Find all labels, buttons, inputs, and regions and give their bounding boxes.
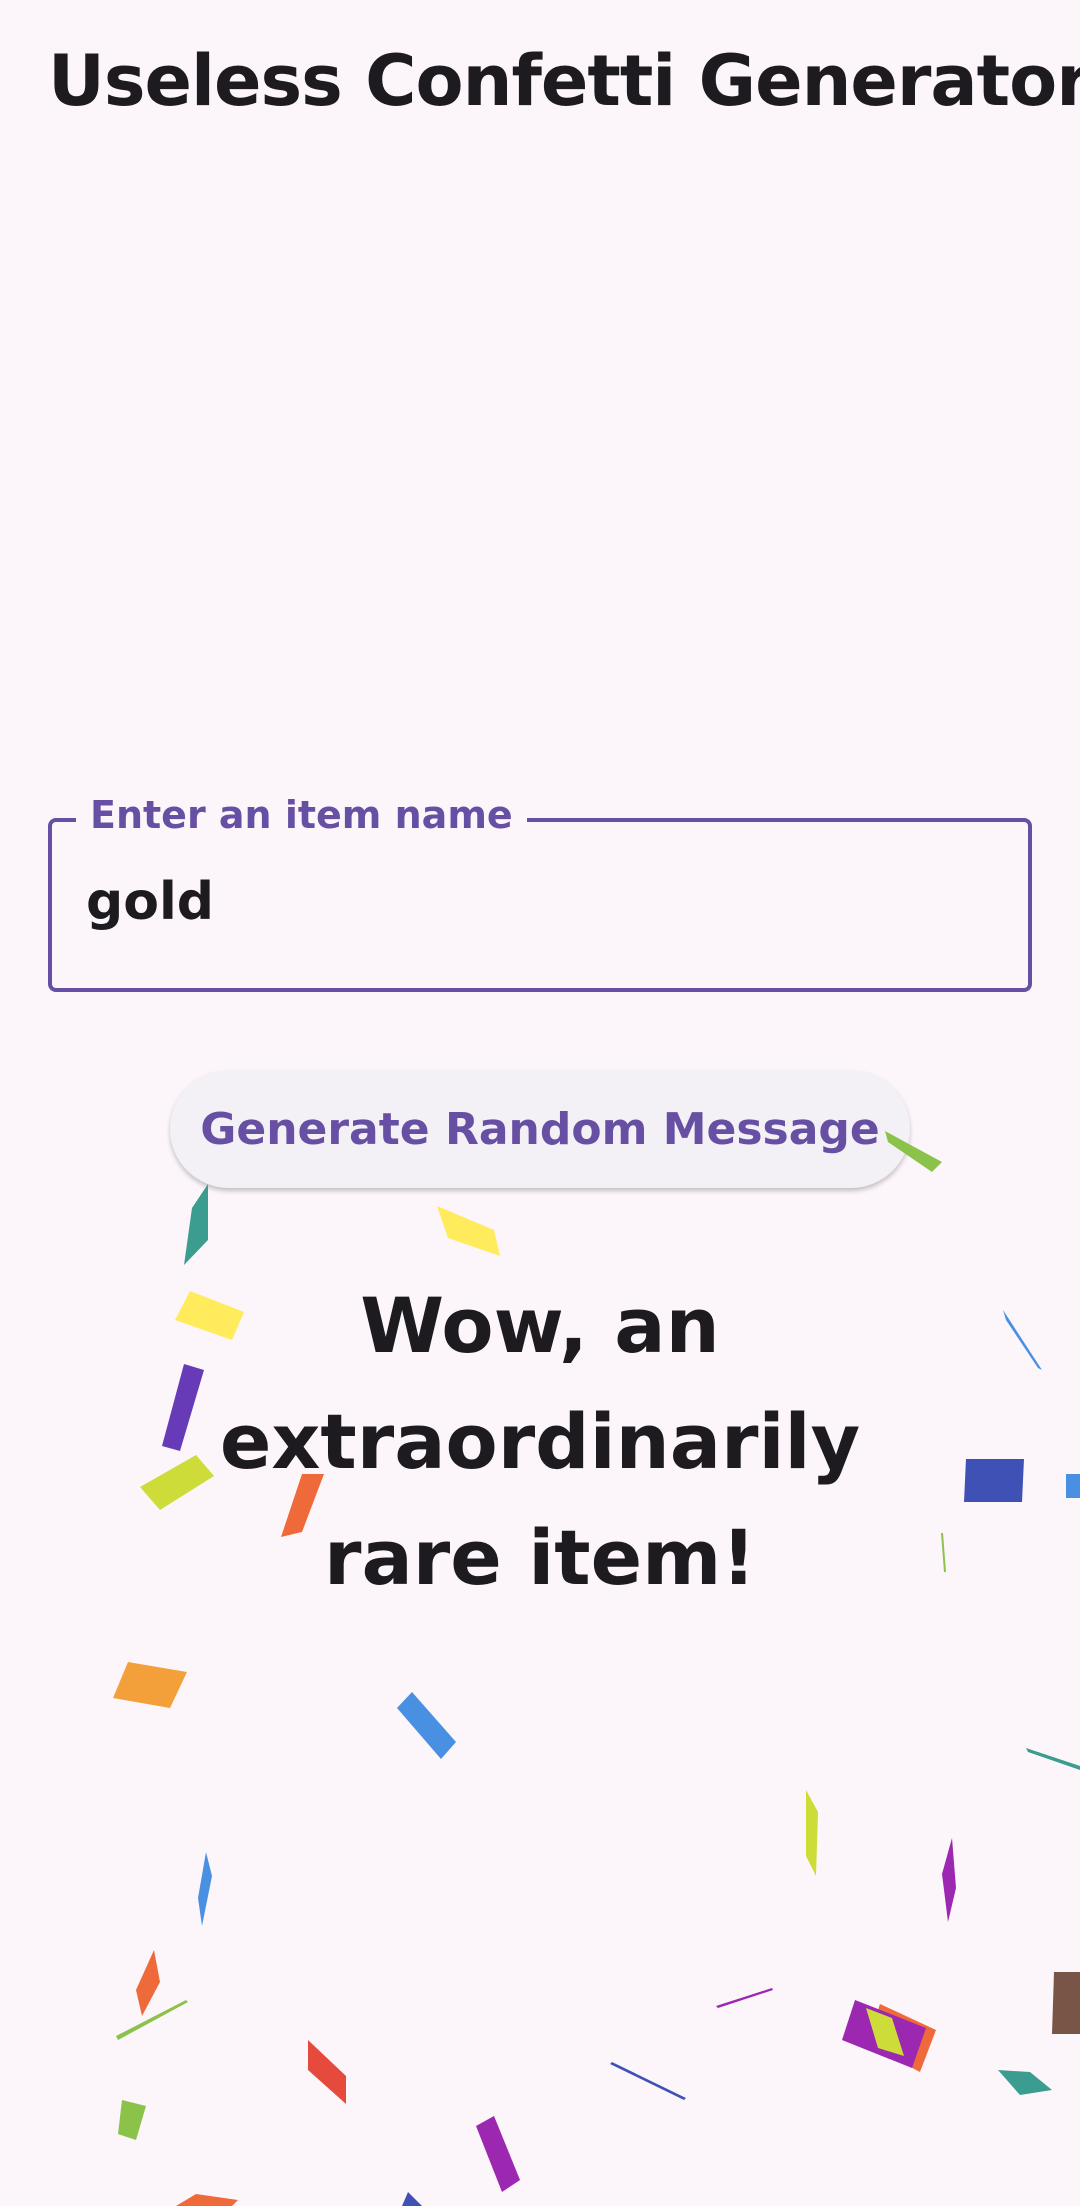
confetti-piece: [397, 1692, 456, 1759]
confetti-piece: [716, 1988, 773, 2008]
confetti-piece: [308, 2040, 346, 2104]
confetti-piece: [1052, 1972, 1080, 2034]
generate-random-message-button[interactable]: Generate Random Message: [170, 1070, 910, 1188]
confetti-piece: [198, 1852, 212, 1926]
item-name-input[interactable]: gold: [86, 872, 214, 932]
item-name-field[interactable]: Enter an item name gold: [48, 793, 1032, 992]
confetti-piece: [998, 2070, 1052, 2095]
confetti-piece: [610, 2062, 686, 2100]
confetti-piece: [118, 2100, 146, 2140]
confetti-piece: [1066, 1474, 1080, 1498]
confetti-piece: [402, 2192, 422, 2206]
confetti-piece: [866, 2008, 904, 2056]
confetti-piece: [1026, 1748, 1080, 1770]
confetti-piece: [437, 1206, 500, 1256]
app-screen: Useless Confetti Generator Enter an item…: [0, 0, 1080, 2206]
result-message: Wow, an extraordinarily rare item!: [40, 1268, 1040, 1616]
confetti-piece: [136, 1950, 160, 2016]
confetti-piece: [176, 2194, 238, 2206]
confetti-piece: [116, 2000, 188, 2040]
confetti-piece: [942, 1838, 956, 1922]
confetti-piece: [866, 2004, 936, 2072]
result-message-line-2: rare item!: [323, 1513, 757, 1602]
confetti-piece: [806, 1790, 818, 1876]
app-title: Useless Confetti Generator: [48, 40, 1080, 122]
item-name-label: Enter an item name: [76, 793, 527, 837]
confetti-piece: [476, 2116, 520, 2192]
result-message-line-1: Wow, an extraordinarily: [219, 1281, 861, 1486]
confetti-piece: [184, 1184, 208, 1265]
confetti-piece: [113, 1662, 187, 1708]
confetti-piece: [842, 2000, 926, 2068]
